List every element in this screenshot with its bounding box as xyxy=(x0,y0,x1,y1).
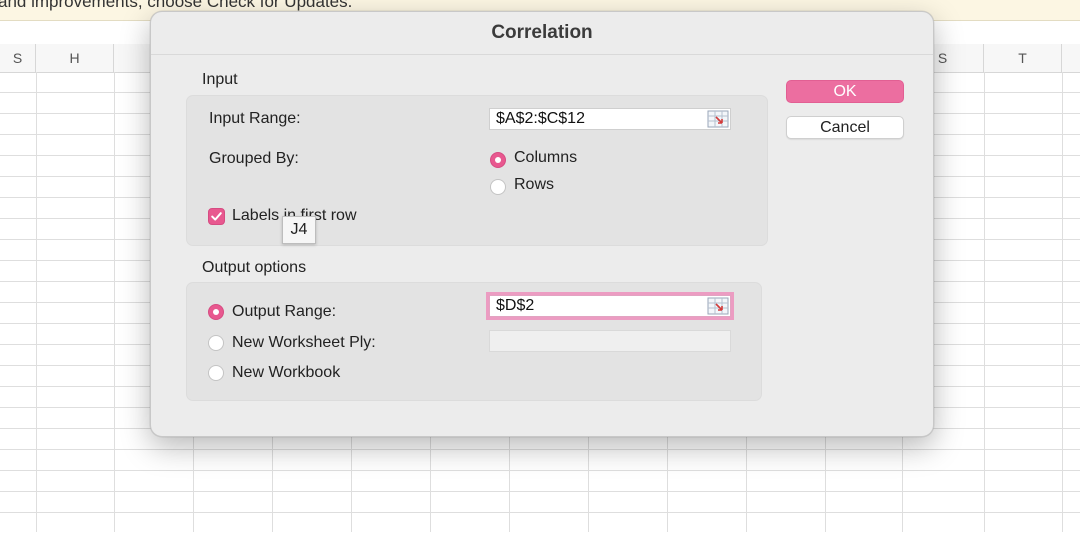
cancel-button[interactable]: Cancel xyxy=(786,116,904,139)
output-section-label: Output options xyxy=(202,259,307,276)
column-header-t[interactable]: T xyxy=(984,44,1062,72)
new-worksheet-field[interactable] xyxy=(489,330,731,352)
output-group-box: Output Range: $D$2 New Worksheet Ply: Ne… xyxy=(186,282,762,401)
column-header-h[interactable]: H xyxy=(36,44,114,72)
input-section-label: Input xyxy=(202,71,238,88)
new-workbook-label[interactable]: New Workbook xyxy=(232,364,340,382)
dialog-title: Correlation xyxy=(151,12,933,55)
input-range-field[interactable]: $A$2:$C$12 xyxy=(489,108,731,130)
new-worksheet-radio[interactable] xyxy=(208,335,224,351)
output-range-label[interactable]: Output Range: xyxy=(232,303,336,321)
input-range-value: $A$2:$C$12 xyxy=(496,110,585,127)
columns-radio-label[interactable]: Columns xyxy=(514,149,577,167)
cell-reference-tooltip: J4 xyxy=(282,216,316,244)
correlation-dialog: Correlation Input Input Range: $A$2:$C$1… xyxy=(150,11,934,437)
columns-radio[interactable] xyxy=(490,152,506,168)
checkmark-icon xyxy=(211,212,222,221)
output-range-radio[interactable] xyxy=(208,304,224,320)
rows-radio[interactable] xyxy=(490,179,506,195)
output-range-field[interactable]: $D$2 xyxy=(489,295,731,317)
new-worksheet-label[interactable]: New Worksheet Ply: xyxy=(232,334,376,352)
column-header-s-left[interactable]: S xyxy=(0,44,36,72)
grouped-by-label: Grouped By: xyxy=(209,150,299,167)
input-group-box: Input Range: $A$2:$C$12 Grouped By: Colu… xyxy=(186,95,768,246)
range-selector-icon[interactable] xyxy=(707,297,729,315)
range-selector-icon[interactable] xyxy=(707,110,729,128)
rows-radio-label[interactable]: Rows xyxy=(514,176,554,194)
output-range-value: $D$2 xyxy=(496,297,535,314)
labels-checkbox[interactable] xyxy=(208,208,225,225)
new-workbook-radio[interactable] xyxy=(208,365,224,381)
update-notice-text: and improvements, choose Check for Updat… xyxy=(0,0,353,11)
input-range-label: Input Range: xyxy=(209,110,301,127)
ok-button[interactable]: OK xyxy=(786,80,904,103)
